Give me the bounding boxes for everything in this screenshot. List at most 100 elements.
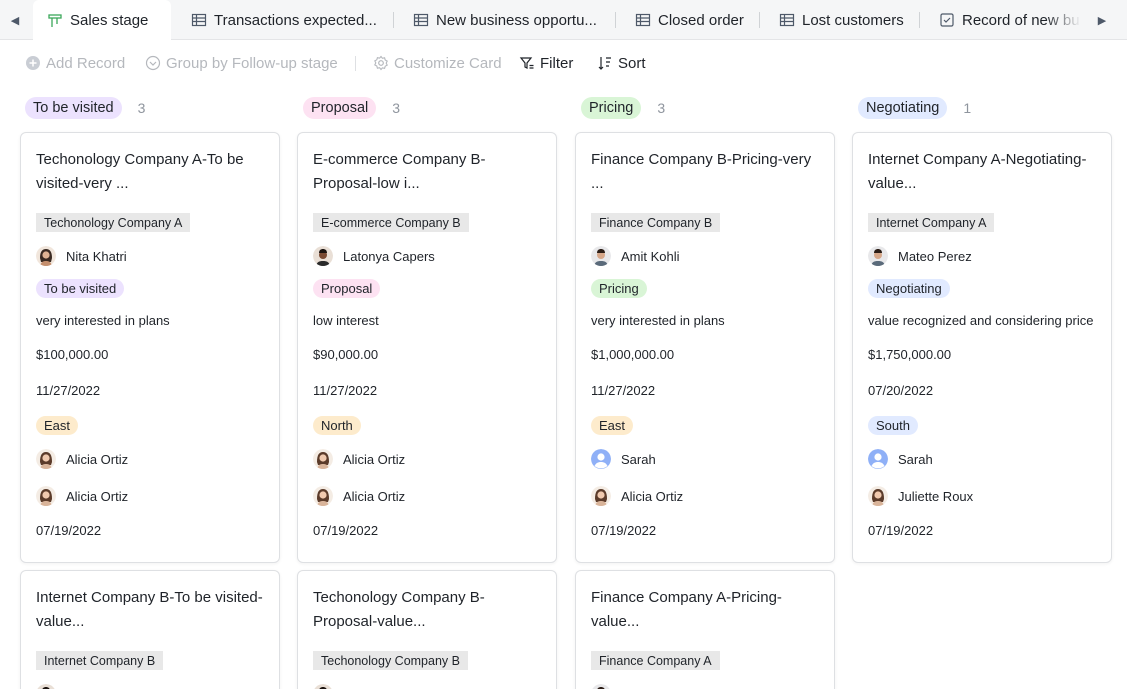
tab-label: Closed order <box>658 11 744 29</box>
tab-record-of-new-business[interactable]: Record of new bu <box>939 0 1081 40</box>
toolbar-divider <box>355 56 356 71</box>
table-icon <box>191 12 207 28</box>
avatar <box>313 684 333 689</box>
filter-label: Filter <box>540 54 574 72</box>
contact-name: Latonya Capers <box>343 248 435 264</box>
created-date: 07/19/2022 <box>591 523 657 538</box>
stage-tag[interactable]: To be visited <box>25 97 122 119</box>
tab-sales-stage[interactable]: Sales stage <box>33 0 171 41</box>
avatar <box>868 246 888 266</box>
avatar <box>591 486 611 506</box>
record-card[interactable]: Internet Company A-Negotiating-value... … <box>852 132 1112 563</box>
region-pill: East <box>591 416 634 435</box>
stage-tag[interactable]: Pricing <box>581 97 642 119</box>
company-tag: Techonology Company A <box>36 213 191 232</box>
tab-label: Lost customers <box>802 11 904 29</box>
group-by-label: Group by Follow-up stage <box>166 54 338 72</box>
company-tag: E-commerce Company B <box>313 213 469 232</box>
region-pill: North <box>313 416 361 435</box>
column-header-negotiating: Negotiating 1 <box>858 97 971 119</box>
interest-note: value recognized and considering price <box>868 313 1094 328</box>
form-icon <box>939 12 955 28</box>
person-name: Alicia Ortiz <box>621 488 684 504</box>
company-tag: Finance Company B <box>591 213 721 232</box>
stage-tag[interactable]: Proposal <box>303 97 377 119</box>
avatar <box>36 486 56 506</box>
customize-card-button[interactable]: Customize Card <box>373 52 502 74</box>
region-pill: South <box>868 416 918 435</box>
interest-note: very interested in plans <box>591 313 725 328</box>
group-by-button[interactable]: Group by Follow-up stage <box>145 52 338 74</box>
tab-closed-order[interactable]: Closed order <box>635 0 750 40</box>
table-icon <box>635 12 651 28</box>
plus-circle-icon <box>26 56 40 70</box>
sort-button[interactable]: Sort <box>597 52 646 74</box>
tab-divider <box>393 12 394 28</box>
owner-name: Alicia Ortiz <box>66 451 129 467</box>
card-title: Finance Company A-Pricing-value... <box>591 589 782 630</box>
tab-divider <box>615 12 616 28</box>
created-date: 07/19/2022 <box>313 523 379 538</box>
sort-icon <box>598 57 611 70</box>
record-card[interactable]: Finance Company B-Pricing-very ... Finan… <box>575 132 835 563</box>
record-card[interactable]: Finance Company A-Pricing-value... Finan… <box>575 570 835 689</box>
add-record-label: Add Record <box>46 54 126 72</box>
avatar <box>36 684 56 689</box>
company-tag: Internet Company B <box>36 651 164 670</box>
scroll-tabs-right-icon[interactable]: ▶ <box>1087 0 1117 40</box>
company-tag: Finance Company A <box>591 651 720 670</box>
stage-pill: Pricing <box>591 279 647 298</box>
avatar <box>36 449 56 469</box>
expected-date: 11/27/2022 <box>313 383 378 398</box>
avatar <box>868 486 888 506</box>
interest-note: very interested in plans <box>36 313 170 328</box>
stage-pill: Negotiating <box>868 279 950 298</box>
add-record-button[interactable]: Add Record <box>25 52 125 74</box>
card-title: Internet Company B-To be visited-value..… <box>36 589 263 630</box>
filter-button[interactable]: Filter <box>519 52 573 74</box>
amount: $1,750,000.00 <box>868 347 952 362</box>
stage-tag[interactable]: Negotiating <box>858 97 948 119</box>
tab-divider <box>759 12 760 28</box>
sort-label: Sort <box>618 54 646 72</box>
scroll-tabs-left-icon[interactable]: ◀ <box>0 0 30 40</box>
tab-lost-customers[interactable]: Lost customers <box>779 0 909 40</box>
contact-name: Mateo Perez <box>898 248 972 264</box>
person-name: Juliette Roux <box>898 488 974 504</box>
avatar <box>313 486 333 506</box>
stage-pill: Proposal <box>313 279 381 298</box>
kanban-icon <box>47 13 63 29</box>
column-count: 1 <box>963 100 972 116</box>
record-card[interactable]: E-commerce Company B-Proposal-low i... E… <box>297 132 557 563</box>
owner-name: Sarah <box>898 451 933 467</box>
tab-divider <box>919 12 920 28</box>
owner-name: Alicia Ortiz <box>343 451 406 467</box>
record-card[interactable]: Techonology Company A-To be visited-very… <box>20 132 280 563</box>
tab-new-business-opportunities[interactable]: New business opportu... <box>413 0 603 40</box>
column-header-proposal: Proposal 3 <box>303 97 400 119</box>
card-title: Internet Company A-Negotiating-value... <box>868 151 1087 192</box>
customize-card-label: Customize Card <box>394 54 502 72</box>
tab-transactions-expected[interactable]: Transactions expected... <box>191 0 381 40</box>
contact-name: Nita Khatri <box>66 248 127 264</box>
region-pill: East <box>36 416 79 435</box>
tab-label: Transactions expected... <box>214 11 377 29</box>
expected-date: 11/27/2022 <box>591 383 656 398</box>
default-avatar-icon <box>591 449 611 469</box>
column-count: 3 <box>392 100 401 116</box>
amount: $100,000.00 <box>36 347 109 362</box>
default-avatar-icon <box>868 449 888 469</box>
owner-name: Sarah <box>621 451 656 467</box>
company-tag: Internet Company A <box>868 213 995 232</box>
record-card[interactable]: Techonology Company B-Proposal-value... … <box>297 570 557 689</box>
table-icon <box>413 12 429 28</box>
filter-icon <box>519 57 534 69</box>
record-card[interactable]: Internet Company B-To be visited-value..… <box>20 570 280 689</box>
interest-note: low interest <box>313 313 379 328</box>
company-tag: Techonology Company B <box>313 651 468 670</box>
person-name: Alicia Ortiz <box>343 488 406 504</box>
card-title: Techonology Company B-Proposal-value... <box>313 589 485 630</box>
amount: $1,000,000.00 <box>591 347 675 362</box>
tab-label: Record of new bu <box>962 11 1080 29</box>
avatar <box>313 246 333 266</box>
